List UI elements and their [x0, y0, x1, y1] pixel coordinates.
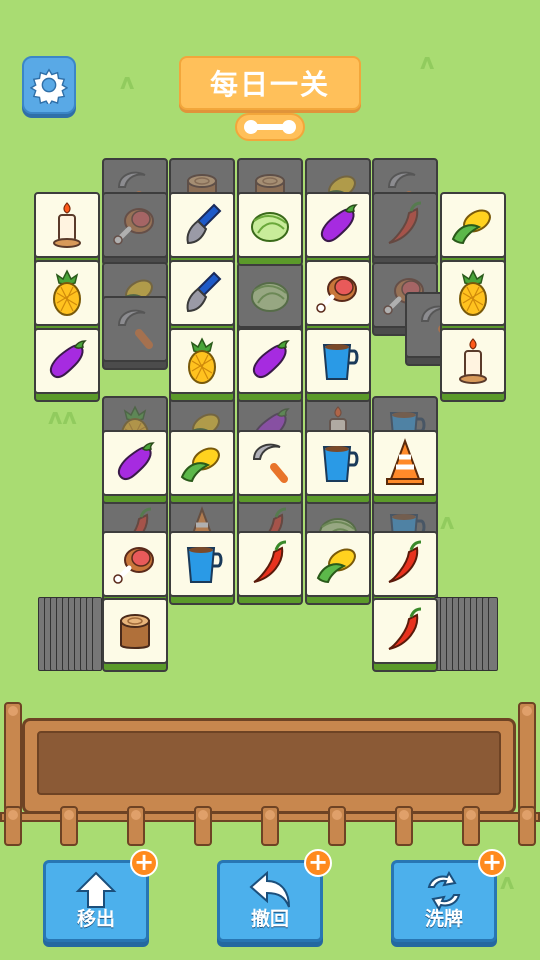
- covered-tile: [372, 192, 438, 266]
- stump-icon: [109, 605, 161, 657]
- tile-shovel[interactable]: [169, 260, 235, 334]
- fence-post: [328, 806, 346, 846]
- left-card-stack: [38, 597, 108, 671]
- fence-post: [518, 702, 536, 812]
- corn-icon: [312, 538, 364, 590]
- covered-tile: [237, 262, 303, 336]
- undo-button[interactable]: 撤回 +: [217, 849, 332, 942]
- ham-icon: [312, 267, 364, 319]
- covered-tile: [102, 296, 168, 370]
- grass-decoration: ʌ: [420, 50, 435, 75]
- fence-post: [60, 806, 78, 846]
- tile-corn[interactable]: [440, 192, 506, 266]
- corn-icon: [447, 199, 499, 251]
- pineapple-icon: [176, 335, 228, 387]
- corn-icon: [176, 437, 228, 489]
- shovel-icon: [176, 199, 228, 251]
- fence-post: [518, 806, 536, 846]
- tile-cabbage[interactable]: [237, 192, 303, 266]
- chili-icon: [379, 605, 431, 657]
- pineapple-icon: [447, 267, 499, 319]
- tray-slot-area: [37, 731, 501, 795]
- shuffle-icon: [427, 871, 461, 911]
- tile-tray: [0, 700, 540, 850]
- cup-icon: [312, 335, 364, 387]
- tile-cone[interactable]: [372, 430, 438, 504]
- cup-icon: [176, 538, 228, 590]
- fence-post: [462, 806, 480, 846]
- add-move-out-button[interactable]: +: [130, 849, 158, 877]
- eggplant-icon: [244, 335, 296, 387]
- undo-icon: [249, 871, 290, 908]
- cabbage-icon: [244, 199, 296, 251]
- progress-indicator: [235, 113, 305, 141]
- covered-tile: [102, 192, 168, 266]
- settings-button[interactable]: [22, 56, 76, 114]
- tile-candle[interactable]: [34, 192, 100, 266]
- chili-icon: [244, 538, 296, 590]
- pineapple-icon: [41, 267, 93, 319]
- page-title: 每日一关: [179, 56, 361, 110]
- candle-icon: [447, 335, 499, 387]
- cup-icon: [312, 437, 364, 489]
- grass-decoration: ʌʌ: [48, 405, 77, 430]
- move-out-button[interactable]: 移出 +: [43, 849, 158, 942]
- tile-sickle[interactable]: [237, 430, 303, 504]
- tile-pineapple[interactable]: [440, 260, 506, 334]
- eggplant-icon: [312, 199, 364, 251]
- tile-candle[interactable]: [440, 328, 506, 402]
- tile-chili[interactable]: [237, 531, 303, 605]
- shuffle-button[interactable]: 洗牌 +: [391, 849, 506, 942]
- tile-eggplant[interactable]: [102, 430, 168, 504]
- tile-eggplant[interactable]: [305, 192, 371, 266]
- right-card-stack: [430, 597, 502, 671]
- tile-ham[interactable]: [305, 260, 371, 334]
- add-undo-button[interactable]: +: [304, 849, 332, 877]
- tile-eggplant[interactable]: [34, 328, 100, 402]
- tile-pineapple[interactable]: [169, 328, 235, 402]
- add-shuffle-button[interactable]: +: [478, 849, 506, 877]
- arrow-up-icon: [75, 871, 117, 908]
- fence-post: [194, 806, 212, 846]
- tile-cup[interactable]: [169, 531, 235, 605]
- grass-decoration: ʌ: [500, 870, 515, 895]
- tile-pineapple[interactable]: [34, 260, 100, 334]
- tile-corn[interactable]: [169, 430, 235, 504]
- shovel-icon: [176, 267, 228, 319]
- eggplant-icon: [41, 335, 93, 387]
- tile-chili[interactable]: [372, 598, 438, 672]
- tray-frame: [22, 718, 516, 814]
- candle-icon: [41, 199, 93, 251]
- tile-shovel[interactable]: [169, 192, 235, 266]
- fence-post: [4, 806, 22, 846]
- grass-decoration: ʌ: [440, 510, 455, 535]
- tile-corn[interactable]: [305, 531, 371, 605]
- fence-post: [261, 806, 279, 846]
- ham-icon: [109, 538, 161, 590]
- tile-ham[interactable]: [102, 531, 168, 605]
- gear-icon: [30, 68, 68, 104]
- tile-stump[interactable]: [102, 598, 168, 672]
- fence-post: [4, 702, 22, 812]
- fence-post: [127, 806, 145, 846]
- tile-chili[interactable]: [372, 531, 438, 605]
- traffic-cone-icon: [379, 437, 431, 489]
- eggplant-icon: [109, 437, 161, 489]
- chili-icon: [379, 538, 431, 590]
- progress-bar-icon: [244, 120, 296, 134]
- tile-cup[interactable]: [305, 430, 371, 504]
- tile-cup[interactable]: [305, 328, 371, 402]
- fence-post: [395, 806, 413, 846]
- sickle-icon: [244, 437, 296, 489]
- tile-eggplant[interactable]: [237, 328, 303, 402]
- grass-decoration: ʌ: [120, 70, 135, 95]
